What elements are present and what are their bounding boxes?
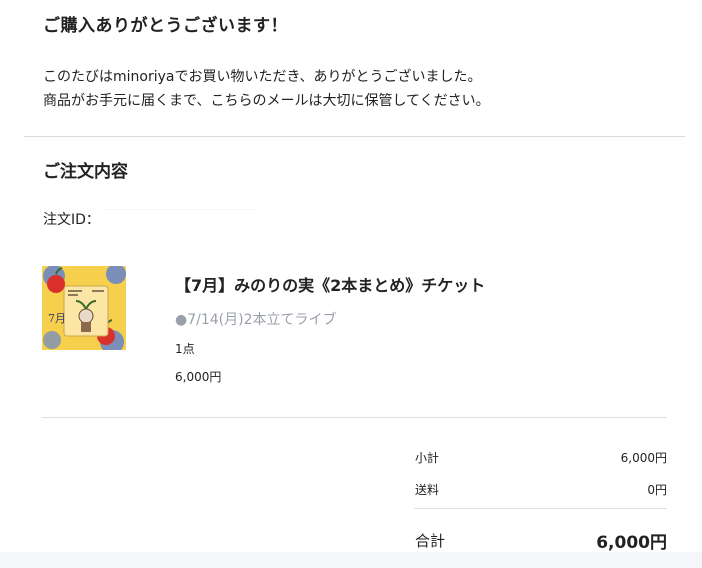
- total-label: 合計: [415, 532, 446, 550]
- product-thumbnail[interactable]: 7月: [42, 266, 126, 350]
- total-value: 6,000円: [596, 533, 667, 552]
- svg-text:7月: 7月: [48, 312, 66, 325]
- intro-text-line-2: 商品がお手元に届くまで、こちらのメールは大切に保管してください。: [43, 93, 490, 109]
- shipping-label: 送料: [415, 483, 440, 497]
- divider: [42, 417, 667, 418]
- product-option: ●7/14(月)2本立てライブ: [175, 312, 337, 328]
- product-price: 6,000円: [175, 370, 222, 384]
- subtotal-label: 小計: [415, 451, 440, 465]
- product-ticket-thumbnail-icon: 7月: [42, 266, 126, 350]
- divider: [24, 136, 685, 137]
- page-title: ご購入ありがとうございます！: [43, 16, 288, 36]
- shipping-value: 0円: [647, 483, 667, 497]
- divider: [414, 508, 667, 509]
- order-confirmation-card: ご購入ありがとうございます！ このたびはminoriyaでお買い物いただき、あり…: [0, 0, 702, 552]
- product-quantity: 1点: [175, 342, 195, 356]
- intro-text-line-1: このたびはminoriyaでお買い物いただき、ありがとうございました。: [43, 69, 482, 85]
- order-id-value-redacted: [106, 209, 256, 212]
- subtotal-value: 6,000円: [620, 451, 667, 465]
- product-name-link[interactable]: 【7月】みのりの実《2本まとめ》チケット: [175, 272, 485, 296]
- order-id-label: 注文ID：: [43, 212, 100, 228]
- order-section-title: ご注文内容: [43, 162, 128, 182]
